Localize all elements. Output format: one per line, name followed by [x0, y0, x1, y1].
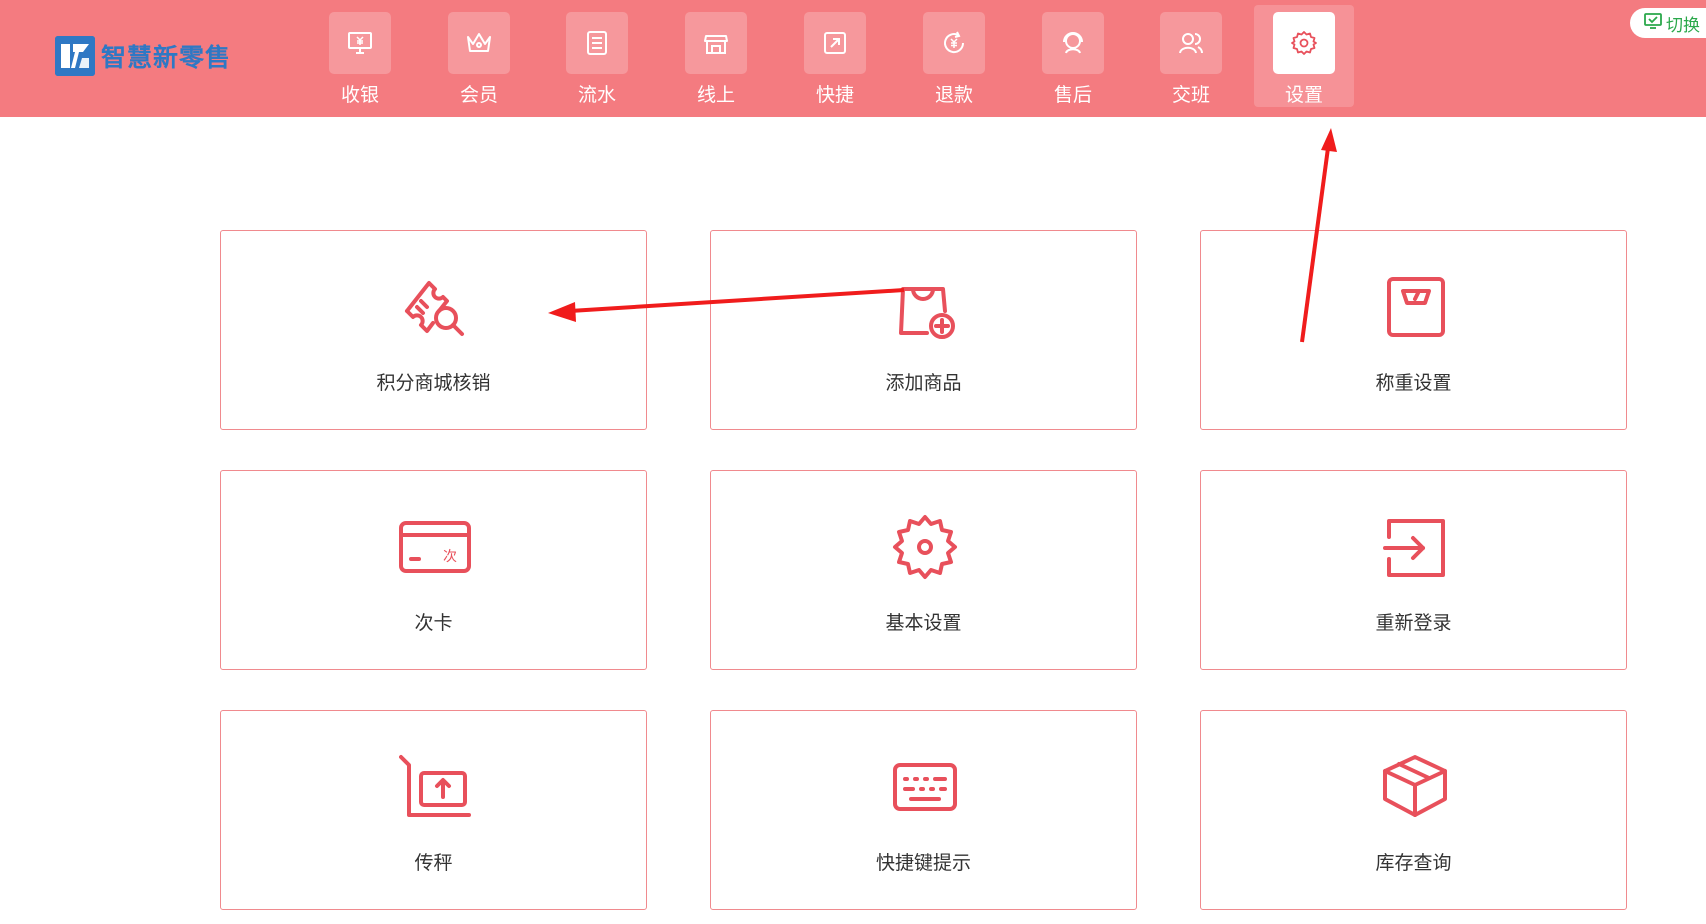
tile-points-mall-redeem[interactable]: 积分商城核销	[220, 230, 647, 430]
logo-text: 智慧新零售	[101, 43, 232, 72]
monitor-check-icon	[1644, 13, 1662, 33]
nav-item-after-sales[interactable]: 售后	[1023, 5, 1123, 107]
top-navigation-bar: 智慧新零售 收银 会员 流水 线上 快捷 退款 售后 交班 设置 切换	[0, 0, 1706, 117]
box-icon	[1379, 751, 1451, 823]
nav-item-member[interactable]: 会员	[429, 5, 529, 107]
nav-item-shortcut[interactable]: 快捷	[785, 5, 885, 107]
settings-grid: 积分商城核销 添加商品 称重设置 次 次卡 基本设置 重新登录 传秤 快捷键提示…	[220, 230, 1629, 912]
card-icon-text: 次	[443, 549, 457, 565]
nav-item-online[interactable]: 线上	[666, 5, 766, 107]
users-icon	[1160, 12, 1222, 74]
page: 智慧新零售 收银 会员 流水 线上 快捷 退款 售后 交班 设置 切换 积分商城…	[0, 0, 1706, 924]
cashier-monitor-icon	[329, 12, 391, 74]
tile-label: 库存查询	[1375, 852, 1452, 874]
login-icon	[1379, 511, 1451, 583]
tile-shortcut-hints[interactable]: 快捷键提示	[710, 710, 1137, 910]
nav-label: 售后	[1053, 84, 1092, 106]
nav-item-refund[interactable]: 退款	[904, 5, 1004, 107]
tile-inventory-query[interactable]: 库存查询	[1200, 710, 1627, 910]
coupon-search-icon	[399, 271, 471, 343]
bag-add-icon	[889, 271, 961, 343]
nav-label: 会员	[459, 84, 498, 106]
nav-label: 退款	[934, 84, 973, 106]
nav-label: 快捷	[815, 84, 854, 106]
nav-item-handover[interactable]: 交班	[1141, 5, 1241, 107]
nav-label: 设置	[1284, 84, 1323, 106]
switch-button[interactable]: 切换	[1630, 8, 1706, 38]
shortcut-icon	[804, 12, 866, 74]
app-logo: 智慧新零售	[55, 36, 231, 76]
nav-label: 交班	[1171, 84, 1210, 106]
store-icon	[685, 12, 747, 74]
upload-scale-icon	[399, 751, 471, 823]
card-icon: 次	[399, 511, 471, 583]
tile-punch-card[interactable]: 次 次卡	[220, 470, 647, 670]
nav-item-settings[interactable]: 设置	[1254, 5, 1354, 107]
nav-label: 收银	[340, 84, 379, 106]
tile-label: 重新登录	[1375, 612, 1452, 634]
gear-icon	[889, 511, 961, 583]
switch-label: 切换	[1666, 15, 1700, 36]
keyboard-icon	[889, 751, 961, 823]
nav-label: 线上	[696, 84, 735, 106]
tile-basic-settings[interactable]: 基本设置	[710, 470, 1137, 670]
crown-icon	[448, 12, 510, 74]
gear-icon	[1273, 12, 1335, 74]
tile-label: 快捷键提示	[875, 852, 971, 874]
tile-label: 基本设置	[885, 612, 962, 634]
nav-item-cashier[interactable]: 收银	[310, 5, 410, 107]
ledger-icon	[566, 12, 628, 74]
tile-label: 称重设置	[1375, 372, 1452, 394]
tile-label: 积分商城核销	[376, 372, 491, 394]
refund-icon	[923, 12, 985, 74]
tile-relogin[interactable]: 重新登录	[1200, 470, 1627, 670]
tile-label: 添加商品	[885, 372, 962, 394]
scale-icon	[1379, 271, 1451, 343]
nav-item-ledger[interactable]: 流水	[547, 5, 647, 107]
nav-label: 流水	[577, 84, 616, 106]
tile-transfer-scale[interactable]: 传秤	[220, 710, 647, 910]
logo-mark-icon	[55, 36, 95, 76]
tile-add-product[interactable]: 添加商品	[710, 230, 1137, 430]
headset-icon	[1042, 12, 1104, 74]
tile-weighing-settings[interactable]: 称重设置	[1200, 230, 1627, 430]
tile-label: 传秤	[414, 852, 453, 874]
tile-label: 次卡	[414, 612, 453, 634]
